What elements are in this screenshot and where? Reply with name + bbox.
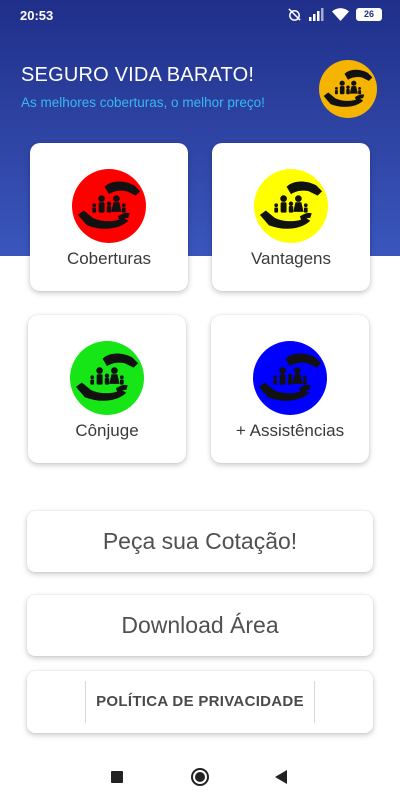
home-icon[interactable]: [191, 768, 209, 786]
card-label: Vantagens: [250, 249, 332, 268]
wifi-icon: [332, 8, 349, 21]
recent-apps-icon[interactable]: [111, 771, 123, 783]
family-hands-icon: [70, 341, 144, 415]
card-assistencias[interactable]: + Assistências: [211, 315, 369, 463]
family-hands-icon: [254, 169, 328, 243]
page-subtitle: As melhores coberturas, o melhor preço!: [21, 95, 265, 110]
download-area-button[interactable]: Download Área: [27, 595, 373, 656]
signal-icon: [309, 8, 325, 21]
quote-button[interactable]: Peça sua Cotação!: [27, 511, 373, 572]
card-label: + Assistências: [235, 421, 345, 440]
card-label: Coberturas: [66, 249, 152, 268]
family-hands-icon: [72, 169, 146, 243]
privacy-policy-button[interactable]: POLÍTICA DE PRIVACIDADE: [27, 671, 373, 733]
status-time: 20:53: [20, 8, 54, 23]
card-coberturas[interactable]: Coberturas: [30, 143, 188, 291]
battery-icon: 26: [356, 8, 382, 21]
card-conjuge[interactable]: Cônjuge: [28, 315, 186, 463]
status-icons: 26: [287, 7, 382, 22]
card-vantagens[interactable]: Vantagens: [212, 143, 370, 291]
back-icon[interactable]: [275, 770, 287, 784]
family-hands-icon: [253, 341, 327, 415]
privacy-policy-label: POLÍTICA DE PRIVACIDADE: [85, 681, 315, 723]
family-hands-icon: [319, 60, 377, 118]
card-label: Cônjuge: [75, 421, 139, 440]
alarm-off-icon: [287, 7, 302, 22]
page-title: SEGURO VIDA BARATO!: [21, 64, 255, 86]
navigation-bar: [0, 752, 400, 800]
status-bar: 20:53 26: [0, 0, 400, 30]
